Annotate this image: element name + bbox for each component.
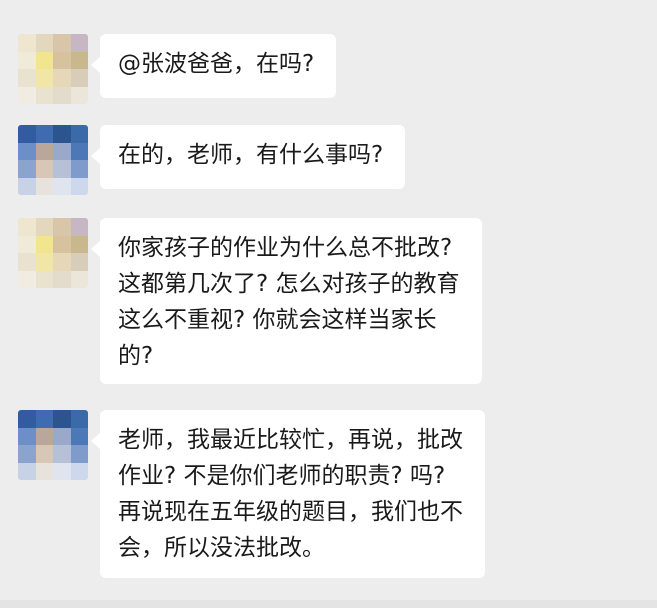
teacher-avatar[interactable]	[18, 218, 88, 288]
message-text-line: 这都第几次了? 怎么对孩子的教育	[118, 271, 460, 297]
message-text-line: 老师，我最近比较忙，再说，批改	[118, 427, 463, 453]
chat-conversation: @张波爸爸，在吗? 在的，老师，有什么事吗? 你家孩子的作业为什么总不批改? 这…	[0, 0, 657, 608]
message-bubble[interactable]: @张波爸爸，在吗?	[91, 34, 336, 98]
message-text-line: 会，所以没法批改。	[118, 535, 325, 561]
message-bubble[interactable]: 在的，老师，有什么事吗?	[91, 125, 405, 189]
message-bubble[interactable]: 老师，我最近比较忙，再说，批改 作业? 不是你们老师的职责? 吗? 再说现在五年…	[91, 410, 485, 578]
teacher-avatar[interactable]	[18, 34, 88, 104]
message-text-line: 这么不重视? 你就会这样当家长	[118, 307, 437, 333]
message-bubble[interactable]: 你家孩子的作业为什么总不批改? 这都第几次了? 怎么对孩子的教育 这么不重视? …	[91, 218, 482, 384]
parent-avatar[interactable]	[18, 125, 88, 195]
next-message-edge	[0, 600, 657, 608]
message-text-line: 你家孩子的作业为什么总不批改?	[118, 235, 453, 261]
message-text-line: 作业? 不是你们老师的职责? 吗?	[118, 463, 446, 489]
message-text: @张波爸爸，在吗?	[118, 51, 315, 77]
message-text-line: 的?	[118, 343, 154, 369]
message-text-line: 再说现在五年级的题目，我们也不	[118, 499, 463, 525]
message-text: 在的，老师，有什么事吗?	[118, 142, 384, 168]
parent-avatar[interactable]	[18, 410, 88, 480]
